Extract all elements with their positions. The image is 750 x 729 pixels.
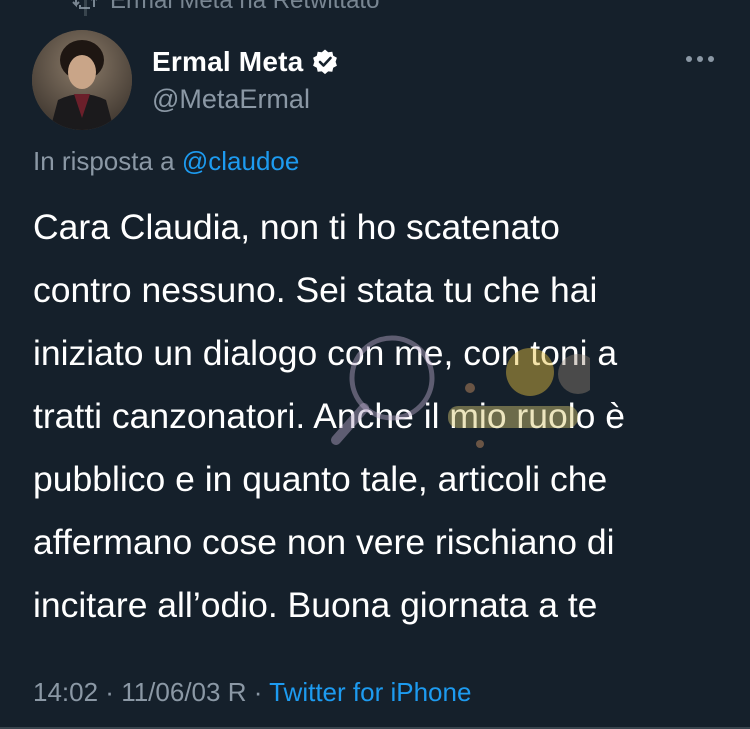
author-block[interactable]: Ermal Meta @MetaErmal [152, 46, 339, 115]
tweet-line: iniziato un dialogo con me, con toni a [33, 333, 618, 373]
retweet-context[interactable]: Ermal Meta ha Retwittato [72, 0, 379, 16]
reply-prefix: In risposta a [33, 146, 175, 176]
tweet-time[interactable]: 14:02 [33, 677, 98, 707]
author-display-name[interactable]: Ermal Meta [152, 46, 303, 78]
tweet-metadata: 14:02 · 11/06/03 R · Twitter for iPhone [33, 677, 471, 708]
tweet-line: contro nessuno. Sei stata tu che hai [33, 270, 598, 310]
tweet-source-link[interactable]: Twitter for iPhone [269, 677, 471, 707]
meta-separator: · [246, 677, 270, 707]
avatar-image [32, 30, 132, 130]
tweet-body: Cara Claudia, non ti ho scatenato contro… [33, 196, 723, 637]
tweet-line: Cara Claudia, non ti ho scatenato [33, 207, 560, 247]
reply-mention-link[interactable]: @claudoe [182, 146, 299, 176]
author-handle[interactable]: @MetaErmal [152, 84, 339, 115]
tweet-date[interactable]: 11/06/03 R [121, 677, 246, 707]
retweet-icon [72, 0, 97, 9]
verified-badge-icon [313, 49, 338, 75]
tweet-line: affermano cose non vere rischiano di [33, 522, 615, 562]
meta-separator: · [98, 677, 122, 707]
reply-context: In risposta a @claudoe [33, 146, 299, 177]
more-options-icon[interactable] [686, 56, 714, 62]
retweet-label: Ermal Meta ha Retwittato [110, 0, 380, 14]
avatar[interactable] [32, 30, 132, 130]
tweet-line: pubblico e in quanto tale, articoli che [33, 459, 608, 499]
tweet-line: tratti canzonatori. Anche il mio ruolo è [33, 396, 625, 436]
tweet-detail-page: Ermal Meta ha Retwittato Ermal Meta @Met… [0, 0, 750, 729]
tweet-line: incitare all’odio. Buona giornata a te [33, 585, 598, 625]
